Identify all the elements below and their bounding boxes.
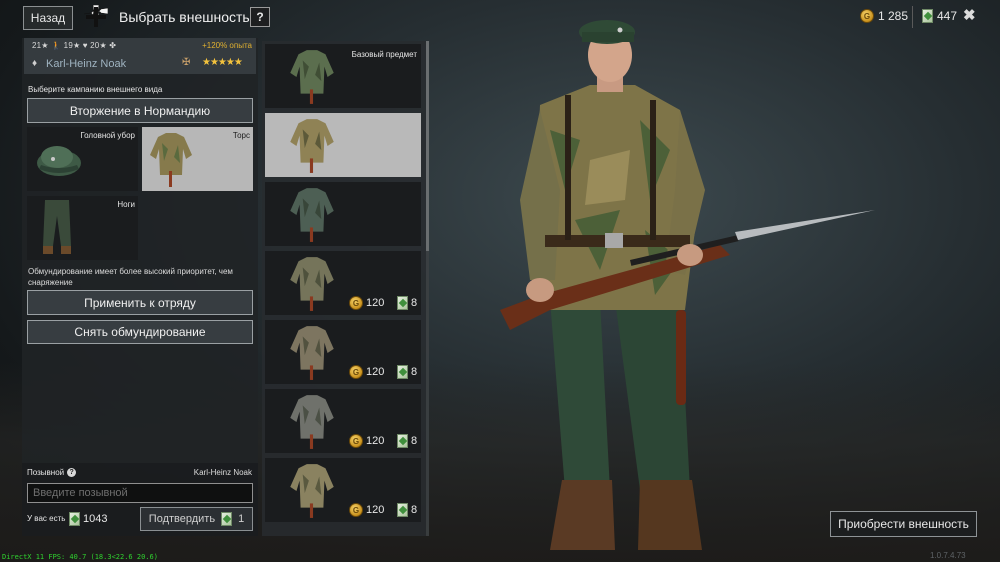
rank-icon: ♦	[32, 58, 38, 69]
ticket-icon	[69, 512, 80, 526]
callsign-section: Позывной ? Karl-Heinz Noak У вас есть 10…	[22, 463, 258, 536]
torso-jacket-icon	[150, 133, 192, 187]
slot-label: Ноги	[117, 200, 135, 209]
soldier-name: Karl-Heinz Noak	[46, 58, 127, 70]
item-card[interactable]: Базовый предмет	[265, 44, 421, 108]
divider	[912, 6, 913, 28]
ticket-icon	[397, 296, 408, 310]
price-gold: G 120	[349, 503, 384, 517]
slot-headgear[interactable]: Головной убор	[27, 127, 138, 191]
price-tickets-value: 8	[411, 297, 418, 309]
ticket-icon	[221, 512, 233, 526]
have-balance: 1043	[69, 512, 107, 526]
price-tickets-value: 8	[411, 504, 418, 516]
jacket-icon	[290, 395, 334, 449]
torso-item-list: Базовый предмет G 120 8 G 120 8 G 120 8 G 120 8	[262, 41, 426, 536]
slot-label: Головной убор	[80, 131, 135, 140]
price-tickets-value: 8	[411, 366, 418, 378]
price-tickets: 8	[397, 296, 417, 310]
gold-coin-icon: G	[349, 434, 363, 448]
callsign-input[interactable]	[27, 483, 253, 503]
price-gold: G 120	[349, 434, 384, 448]
star-rating: ★★★★★	[202, 57, 243, 68]
item-card[interactable]: G 120 8	[265, 320, 421, 384]
jacket-icon	[290, 326, 334, 380]
jacket-icon	[290, 464, 334, 518]
price-tickets: 8	[397, 434, 417, 448]
price-tickets: 8	[397, 365, 417, 379]
item-card[interactable]: G 120 8	[265, 251, 421, 315]
price-gold-value: 120	[366, 297, 385, 309]
slot-label: Торс	[232, 131, 250, 140]
close-icon[interactable]: ✖	[963, 6, 976, 24]
price-gold-value: 120	[366, 504, 385, 516]
debug-overlay: DirectX 11 FPS: 40.7 (18.3<22.6 20.6)	[2, 553, 158, 561]
tickets-balance: 447	[922, 9, 957, 23]
exp-bonus: +120% опыта	[202, 41, 252, 50]
jacket-icon	[290, 119, 334, 173]
ticket-icon	[397, 503, 408, 517]
jacket-icon	[290, 188, 334, 242]
page-title: Выбрать внешность	[119, 9, 250, 25]
item-card[interactable]: G 120 8	[265, 389, 421, 453]
item-card[interactable]	[265, 113, 421, 177]
ticket-icon	[397, 365, 408, 379]
soldier-stats: 21★ 🚶 19★ ♥ 20★ ✤	[32, 41, 117, 50]
gold-coin-icon: G	[349, 296, 363, 310]
price-gold-value: 120	[366, 366, 385, 378]
price-gold-value: 120	[366, 435, 385, 447]
price-tickets-value: 8	[411, 435, 418, 447]
appearance-panel: 21★ 🚶 19★ ♥ 20★ ✤ +120% опыта ♦ Karl-Hei…	[22, 38, 258, 536]
confirm-callsign-button[interactable]: Подтвердить 1	[140, 507, 253, 531]
item-list-scrollbar[interactable]	[426, 41, 429, 536]
campaign-prompt: Выберите кампанию внешнего вида	[28, 85, 163, 94]
gold-coin-icon: G	[349, 365, 363, 379]
gold-coin-icon: G	[349, 503, 363, 517]
tickets-amount: 447	[937, 9, 958, 23]
slot-legs[interactable]: Ноги	[27, 196, 138, 260]
item-card[interactable]	[265, 182, 421, 246]
ticket-icon	[922, 9, 933, 23]
iron-cross-icon	[84, 5, 108, 27]
class-icon: ✠	[182, 57, 191, 68]
soldier-model	[500, 20, 875, 550]
item-card[interactable]: G 120 8	[265, 458, 421, 522]
remove-uniform-button[interactable]: Снять обмундирование	[27, 320, 253, 344]
soldier-card[interactable]: 21★ 🚶 19★ ♥ 20★ ✤ +120% опыта ♦ Karl-Hei…	[24, 38, 256, 74]
scroll-thumb[interactable]	[426, 41, 429, 251]
confirm-label: Подтвердить	[148, 513, 216, 525]
price-gold: G 120	[349, 296, 384, 310]
priority-note: Обмундирование имеет более высокий приор…	[28, 267, 233, 287]
back-button[interactable]: Назад	[23, 6, 73, 30]
item-name: Базовый предмет	[351, 50, 417, 59]
version-label: 1.0.7.4.73	[930, 551, 966, 560]
price-tickets: 8	[397, 503, 417, 517]
slot-torso[interactable]: Торс	[142, 127, 253, 191]
have-label: У вас есть	[27, 514, 66, 523]
callsign-label-text: Позывной	[27, 468, 65, 477]
have-amount: 1043	[83, 513, 108, 525]
campaign-select-button[interactable]: Вторжение в Нормандию	[27, 98, 253, 123]
price-gold: G 120	[349, 365, 384, 379]
info-icon[interactable]: ?	[67, 468, 77, 477]
jacket-icon	[290, 50, 334, 104]
confirm-cost: 1	[238, 513, 245, 525]
apply-to-squad-button[interactable]: Применить к отряду	[27, 290, 253, 315]
callsign-label: Позывной ?	[27, 468, 77, 477]
trousers-icon	[43, 200, 71, 254]
jacket-icon	[290, 257, 334, 311]
callsign-owner: Karl-Heinz Noak	[193, 468, 252, 477]
help-button[interactable]: ?	[250, 7, 270, 27]
ticket-icon	[397, 434, 408, 448]
buy-appearance-button[interactable]: Приобрести внешность	[830, 511, 977, 537]
helmet-cap-icon	[37, 146, 81, 176]
